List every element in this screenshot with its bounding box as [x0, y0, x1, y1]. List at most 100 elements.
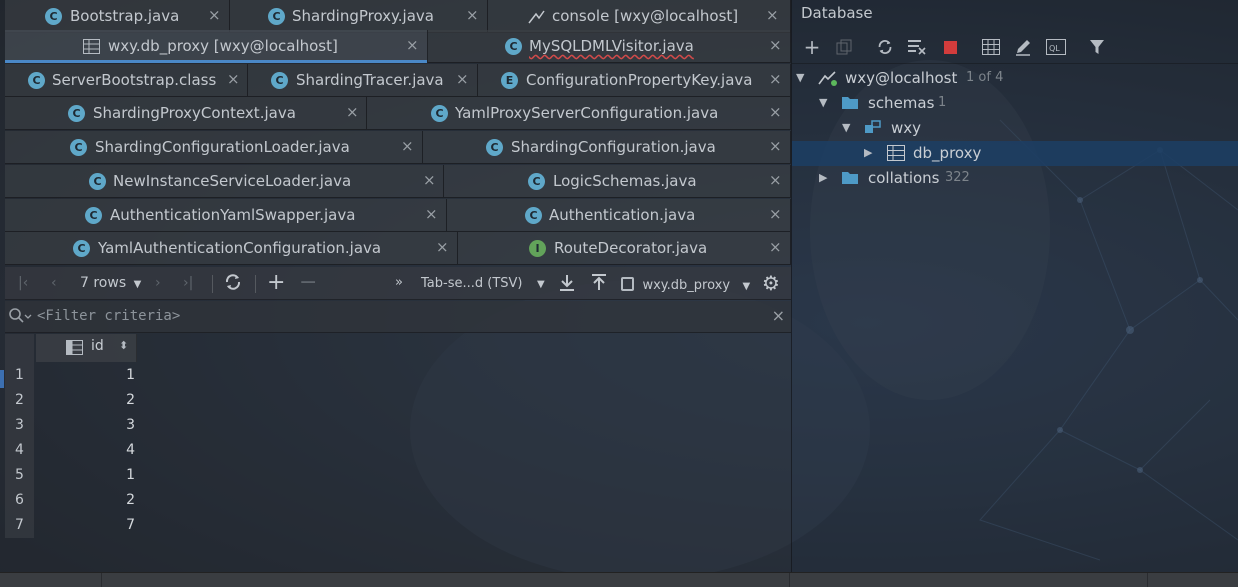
close-icon[interactable]: × — [208, 6, 221, 24]
add-icon[interactable]: + — [802, 35, 822, 59]
tab-db-proxy-table[interactable]: wxy.db_proxy [wxy@localhost] × — [5, 30, 428, 63]
close-icon[interactable]: × — [423, 171, 436, 189]
expanded-arrow-icon[interactable]: ▼ — [819, 96, 827, 109]
edit-icon[interactable] — [1013, 37, 1033, 57]
close-icon[interactable]: × — [769, 36, 782, 54]
status-bar — [0, 572, 1238, 587]
close-icon[interactable]: × — [769, 205, 782, 223]
table-row[interactable]: 4 4 — [5, 440, 135, 465]
more-actions-icon[interactable]: » — [395, 275, 403, 290]
download-icon[interactable] — [557, 273, 577, 297]
table-row[interactable]: 6 2 — [5, 490, 135, 515]
tree-node-table-db-proxy[interactable]: ▶ db_proxy — [792, 141, 1238, 166]
expanded-arrow-icon[interactable]: ▼ — [796, 71, 804, 84]
cell-id[interactable]: 1 — [126, 467, 135, 483]
export-format-dropdown[interactable]: Tab-se...d (TSV) ▼ — [421, 275, 545, 291]
tab-yaml-authentication-configuration[interactable]: YamlAuthenticationConfiguration.java × — [5, 232, 458, 265]
search-icon[interactable] — [8, 307, 32, 329]
panel-title: Database — [801, 4, 873, 22]
clear-filter-icon[interactable]: × — [772, 306, 785, 325]
refresh-icon[interactable] — [223, 272, 243, 296]
tree-node-schemas[interactable]: ▼ schemas 1 — [792, 91, 1238, 116]
tab-sharding-proxy-context[interactable]: ShardingProxyContext.java × — [5, 97, 367, 130]
class-icon — [45, 8, 62, 25]
tab-server-bootstrap[interactable]: ServerBootstrap.class × — [5, 64, 248, 97]
tab-sharding-configuration[interactable]: ShardingConfiguration.java × — [423, 131, 791, 164]
cell-id[interactable]: 1 — [126, 367, 135, 383]
collapsed-arrow-icon[interactable]: ▶ — [819, 171, 827, 184]
tab-sharding-proxy[interactable]: ShardingProxy.java × — [230, 0, 488, 33]
rows-count-dropdown[interactable]: 7 rows ▼ — [80, 275, 141, 291]
table-row[interactable]: 1 1 — [5, 365, 135, 390]
close-icon[interactable]: × — [346, 103, 359, 121]
close-icon[interactable]: × — [456, 70, 469, 88]
tab-route-decorator[interactable]: RouteDecorator.java × — [458, 232, 791, 265]
close-icon[interactable]: × — [766, 6, 779, 24]
stop-icon[interactable] — [940, 37, 960, 57]
table-view-icon[interactable] — [981, 37, 1001, 57]
table-row[interactable]: 5 1 — [5, 465, 135, 490]
close-icon[interactable]: × — [466, 6, 479, 24]
schema-sync-icon[interactable] — [907, 37, 927, 57]
close-icon[interactable]: × — [227, 70, 240, 88]
close-icon[interactable]: × — [769, 70, 782, 88]
close-icon[interactable]: × — [401, 137, 414, 155]
close-icon[interactable]: × — [425, 205, 438, 223]
cell-id[interactable]: 2 — [126, 392, 135, 408]
first-page-icon[interactable]: |‹ — [18, 275, 28, 291]
tab-yaml-proxy-server-configuration[interactable]: YamlProxyServerConfiguration.java × — [367, 97, 791, 130]
previous-page-icon[interactable]: ‹ — [51, 275, 57, 291]
table-row[interactable]: 3 3 — [5, 415, 135, 440]
tab-mysql-dml-visitor[interactable]: MySQLDMLVisitor.java × — [428, 30, 791, 63]
add-row-icon[interactable]: + — [267, 270, 285, 295]
cell-id[interactable]: 2 — [126, 492, 135, 508]
query-console-icon[interactable]: QL — [1046, 37, 1066, 57]
upload-icon[interactable] — [589, 273, 609, 297]
tree-node-collations[interactable]: ▶ collations 322 — [792, 166, 1238, 191]
filter-bar[interactable]: <Filter criteria> × — [5, 301, 791, 333]
sort-icon[interactable]: ⬍ — [119, 339, 128, 352]
row-number: 2 — [15, 392, 24, 408]
delete-row-icon[interactable]: − — [299, 270, 317, 295]
tab-configuration-property-key[interactable]: ConfigurationPropertyKey.java × — [478, 64, 791, 97]
class-icon — [431, 105, 448, 122]
filter-input[interactable]: <Filter criteria> — [37, 308, 180, 324]
cell-id[interactable]: 7 — [126, 517, 135, 533]
export-format-label: Tab-se...d (TSV) — [421, 276, 523, 291]
close-icon[interactable]: × — [769, 238, 782, 256]
tab-console[interactable]: console [wxy@localhost] × — [488, 0, 791, 33]
class-icon — [525, 207, 542, 224]
close-icon[interactable]: × — [769, 137, 782, 155]
close-icon[interactable]: × — [406, 36, 419, 54]
table-row[interactable]: 7 7 — [5, 515, 135, 540]
tree-node-connection[interactable]: ▼ wxy@localhost 1 of 4 — [792, 66, 1238, 91]
last-page-icon[interactable]: ›| — [183, 275, 193, 291]
tab-sharding-configuration-loader[interactable]: ShardingConfigurationLoader.java × — [5, 131, 423, 164]
tab-label: NewInstanceServiceLoader.java — [113, 172, 352, 190]
close-icon[interactable]: × — [769, 171, 782, 189]
refresh-icon[interactable] — [875, 37, 895, 57]
gear-icon[interactable]: ⚙ — [762, 271, 780, 295]
expanded-arrow-icon[interactable]: ▼ — [842, 121, 850, 134]
table-row[interactable]: 2 2 — [5, 390, 135, 415]
schema-label: wxy — [891, 119, 922, 137]
close-icon[interactable]: × — [436, 238, 449, 256]
tab-new-instance-service-loader[interactable]: NewInstanceServiceLoader.java × — [5, 165, 444, 198]
filter-icon[interactable] — [1087, 37, 1107, 57]
row-number: 4 — [15, 442, 24, 458]
tab-authentication-yaml-swapper[interactable]: AuthenticationYamlSwapper.java × — [5, 199, 447, 232]
datasource-dropdown[interactable]: wxy.db_proxy ▼ — [621, 275, 750, 293]
tab-authentication[interactable]: Authentication.java × — [447, 199, 791, 232]
tab-sharding-tracer[interactable]: ShardingTracer.java × — [248, 64, 478, 97]
tab-logic-schemas[interactable]: LogicSchemas.java × — [444, 165, 791, 198]
cell-id[interactable]: 3 — [126, 417, 135, 433]
tab-bootstrap[interactable]: Bootstrap.java × — [5, 0, 230, 33]
database-toolbar: + QL — [792, 29, 1238, 64]
tree-node-schema-wxy[interactable]: ▼ wxy — [792, 116, 1238, 141]
next-page-icon[interactable]: › — [155, 275, 161, 291]
column-header-id[interactable]: id ⬍ — [36, 334, 137, 362]
cell-id[interactable]: 4 — [126, 442, 135, 458]
close-icon[interactable]: × — [769, 103, 782, 121]
duplicate-icon[interactable] — [834, 37, 854, 57]
collapsed-arrow-icon[interactable]: ▶ — [864, 146, 872, 159]
